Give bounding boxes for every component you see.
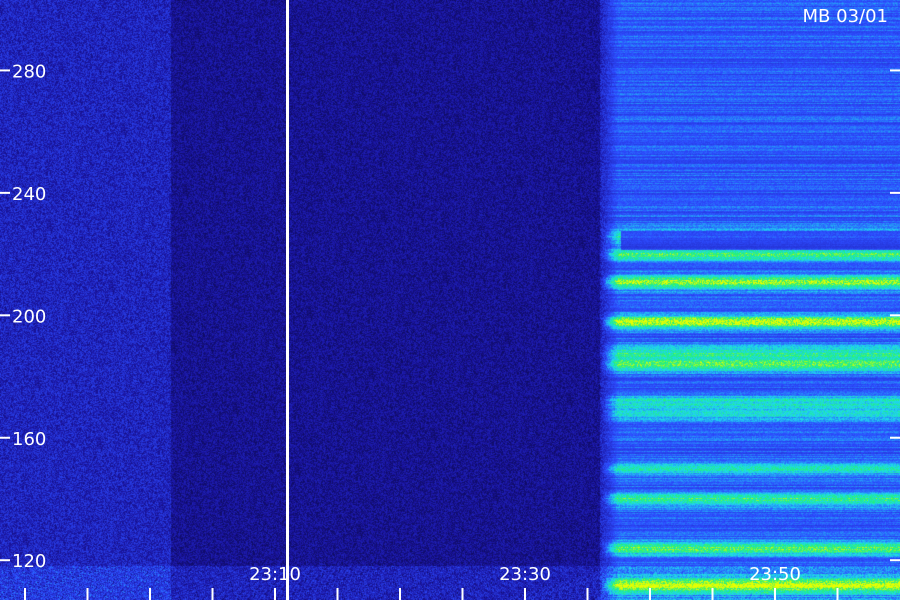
x-tick-label: 23:50 [749, 564, 801, 585]
station-label: MB 03/01 [803, 6, 888, 27]
y-tick-label: 200 [12, 306, 46, 327]
chart-overlay: 280 240 200 160 120 23:10 23:30 23:50 MB 03/01 [0, 0, 900, 600]
y-axis-right [890, 69, 900, 562]
x-axis: 23:10 23:30 23:50 [24, 564, 839, 600]
y-tick-label: 120 [12, 551, 46, 572]
y-tick-label: 240 [12, 184, 46, 205]
x-tick-label: 23:30 [499, 564, 551, 585]
y-tick-label: 280 [12, 61, 46, 82]
y-axis-left: 280 240 200 160 120 [0, 61, 46, 572]
y-tick-label: 160 [12, 429, 46, 450]
x-tick-label: 23:10 [249, 564, 301, 585]
